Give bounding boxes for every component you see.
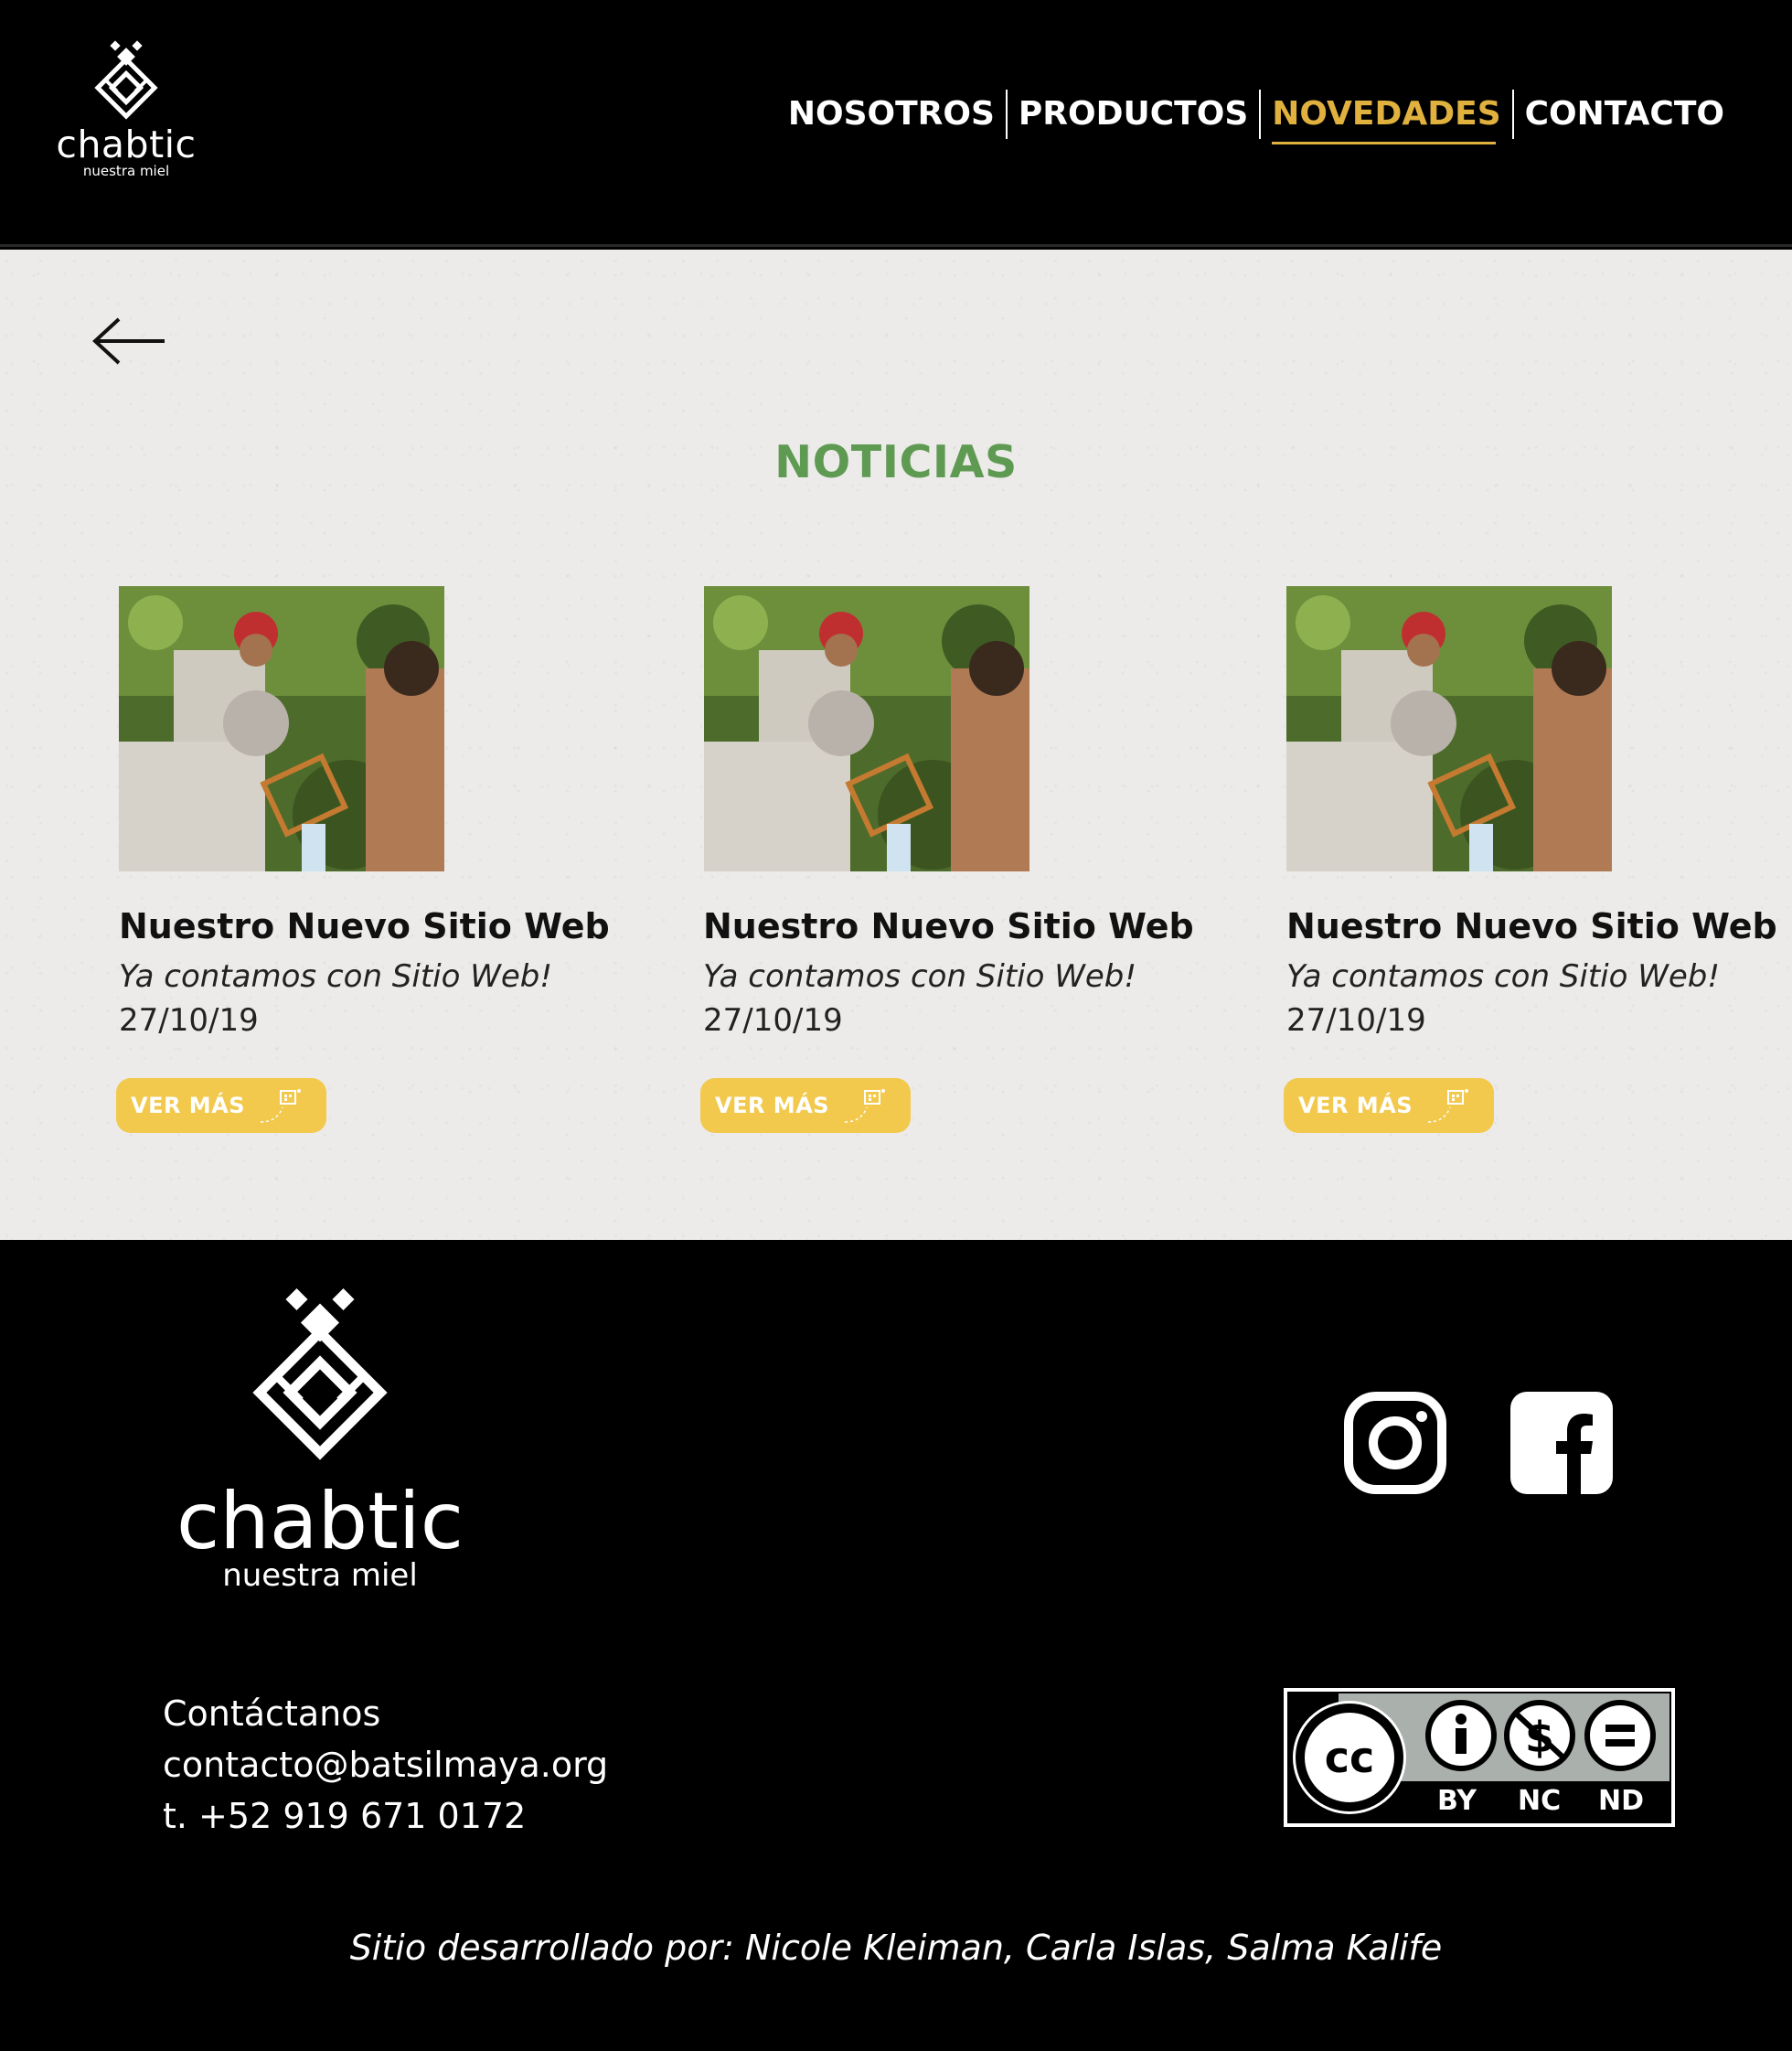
news-date: 27/10/19 [703, 1002, 843, 1039]
news-section: NOTICIAS Nuestro Nuevo Sitio Web Ya cont… [0, 250, 1792, 1240]
contact-email-link[interactable]: contacto@batsilmaya.org [163, 1739, 608, 1790]
main-nav: NOSOTROS PRODUCTOS NOVEDADES CONTACTO [777, 90, 1735, 144]
instagram-icon[interactable] [1344, 1392, 1446, 1499]
ver-mas-button[interactable]: VER MÁS [116, 1078, 326, 1133]
contact-info: Contáctanos contacto@batsilmaya.org t. +… [163, 1688, 608, 1842]
ver-mas-label: VER MÁS [131, 1093, 246, 1118]
license-labels: BY NC ND [1284, 1785, 1675, 1818]
nav-item-contacto[interactable]: CONTACTO [1514, 90, 1735, 139]
header-logo[interactable]: chabtic nuestra miel [53, 40, 199, 178]
honeycomb-frame-icon [1427, 1089, 1468, 1123]
honeycomb-logo-icon [94, 40, 158, 120]
footer-logo[interactable]: chabtic nuestra miel [155, 1287, 485, 1593]
news-title[interactable]: Nuestro Nuevo Sitio Web [703, 904, 1215, 948]
news-card: Nuestro Nuevo Sitio Web Ya contamos con … [1284, 586, 1792, 1133]
license-label-nd: ND [1598, 1785, 1645, 1817]
news-photo[interactable] [1286, 586, 1612, 871]
site-header: chabtic nuestra miel NOSOTROS PRODUCTOS … [0, 0, 1792, 247]
cc-license-badge[interactable]: cc $ BY NC ND [1284, 1688, 1675, 1827]
site-footer: chabtic nuestra miel Contáctanos contact… [0, 1240, 1792, 2051]
facebook-icon[interactable] [1510, 1392, 1613, 1499]
page-title: NOTICIAS [774, 436, 1018, 488]
news-card: Nuestro Nuevo Sitio Web Ya contamos con … [700, 586, 1215, 1133]
arrow-left-icon[interactable] [88, 314, 170, 369]
nav-item-novedades[interactable]: NOVEDADES [1261, 90, 1511, 144]
contact-phone: t. +52 919 671 0172 [163, 1796, 527, 1836]
ver-mas-label: VER MÁS [715, 1093, 830, 1118]
ver-mas-button[interactable]: VER MÁS [700, 1078, 911, 1133]
ver-mas-label: VER MÁS [1298, 1093, 1413, 1118]
site-credits: Sitio desarrollado por: Nicole Kleiman, … [349, 1928, 1443, 1968]
news-date: 27/10/19 [1286, 1002, 1426, 1039]
news-subtitle: Ya contamos con Sitio Web! [1286, 958, 1720, 995]
license-label-nc: NC [1518, 1785, 1562, 1817]
header-brand-name: chabtic [56, 123, 197, 166]
honeycomb-frame-icon [260, 1089, 301, 1123]
news-card: Nuestro Nuevo Sitio Web Ya contamos con … [116, 586, 631, 1133]
honeycomb-logo-icon [252, 1287, 388, 1460]
footer-brand-name: chabtic [176, 1476, 464, 1567]
nav-item-nosotros[interactable]: NOSOTROS [777, 90, 1006, 139]
ver-mas-button[interactable]: VER MÁS [1284, 1078, 1494, 1133]
honeycomb-frame-icon [844, 1089, 885, 1123]
news-photo[interactable] [119, 586, 444, 871]
license-label-by: BY [1437, 1785, 1477, 1817]
news-photo[interactable] [703, 586, 1030, 871]
news-date: 27/10/19 [119, 1002, 259, 1039]
news-title[interactable]: Nuestro Nuevo Sitio Web [1286, 904, 1792, 948]
svg-text:cc: cc [1325, 1733, 1375, 1782]
news-title[interactable]: Nuestro Nuevo Sitio Web [119, 904, 631, 948]
contact-heading: Contáctanos [163, 1693, 381, 1734]
nav-item-productos[interactable]: PRODUCTOS [1008, 90, 1259, 139]
news-subtitle: Ya contamos con Sitio Web! [119, 958, 552, 995]
news-subtitle: Ya contamos con Sitio Web! [703, 958, 1136, 995]
